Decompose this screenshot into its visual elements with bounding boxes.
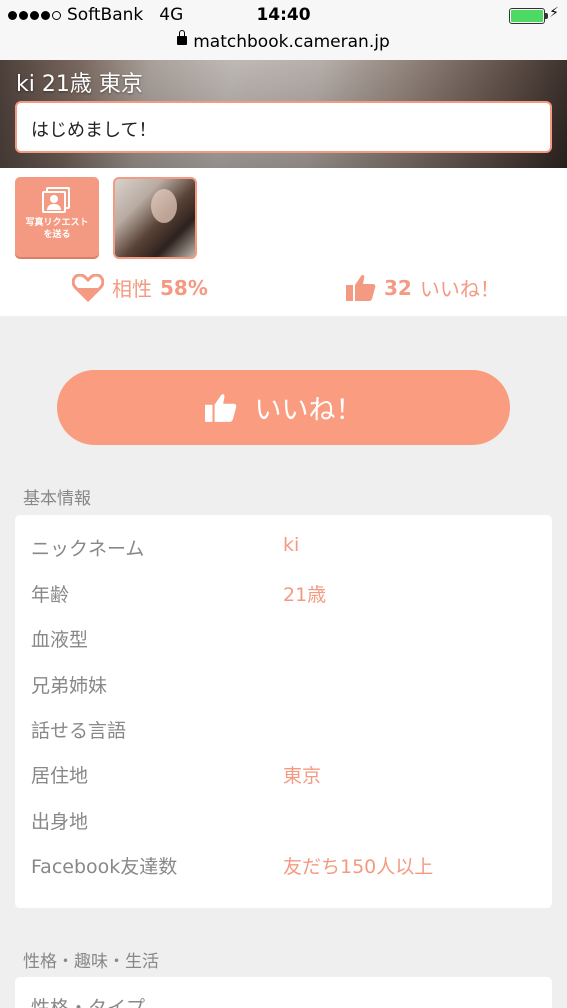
lock-icon: [177, 29, 188, 45]
like-button[interactable]: いいね！: [57, 370, 510, 445]
info-label-age: 年齢: [31, 584, 70, 606]
photo-request-icon: [42, 187, 72, 213]
thumbs-up-icon: [204, 393, 236, 422]
info-label-personality-type: 性格・タイプ: [31, 997, 146, 1008]
profile-stats: 相性 58% 32 いいね！: [0, 273, 567, 303]
address-bar[interactable]: matchbook.cameran.jp: [0, 29, 567, 60]
personality-card: 性格・タイプ: [15, 977, 552, 1008]
info-value-nickname: ki: [283, 534, 300, 556]
compatibility-value: 58%: [160, 275, 208, 300]
compatibility-stat: 相性 58%: [72, 273, 208, 302]
info-label-nickname: ニックネーム: [31, 538, 145, 560]
status-bar: SoftBank 4G 14:40 ⚡: [0, 0, 567, 32]
info-value-age: 21歳: [283, 584, 327, 606]
charging-icon: ⚡: [549, 5, 559, 21]
info-value-residence: 東京: [283, 765, 322, 787]
battery-icon: [509, 8, 548, 24]
info-label-siblings: 兄弟姉妹: [31, 675, 108, 697]
info-label-blood-type: 血液型: [31, 629, 89, 651]
like-button-label: いいね！: [254, 395, 363, 426]
info-value-facebook-friends: 友だち150人以上: [283, 856, 434, 878]
clock: 14:40: [256, 5, 311, 25]
info-label-facebook-friends: Facebook友達数: [31, 856, 178, 878]
likes-label: いいね！: [419, 277, 500, 301]
basic-info-heading: 基本情報: [23, 489, 91, 509]
url-text: matchbook.cameran.jp: [193, 32, 390, 52]
compatibility-label: 相性: [112, 277, 152, 301]
profile-summary: 写真リクエストを送る 相性 58% 32 いいね！: [0, 168, 567, 316]
greeting-message: はじめまして！: [15, 101, 552, 153]
profile-photo-thumbnail[interactable]: [113, 177, 197, 259]
likes-stat: 32 いいね！: [346, 273, 500, 302]
photo-request-label: 写真リクエストを送る: [25, 218, 89, 240]
info-label-hometown: 出身地: [31, 811, 89, 833]
heart-icon: [72, 273, 104, 302]
profile-title: ki 21歳 東京: [16, 72, 143, 97]
info-label-residence: 居住地: [31, 765, 89, 787]
personality-heading: 性格・趣味・生活: [23, 952, 159, 972]
photo-request-button[interactable]: 写真リクエストを送る: [15, 177, 99, 257]
profile-header: ki 21歳 東京 はじめまして！: [0, 60, 567, 168]
thumbs-up-icon: [346, 274, 376, 301]
likes-count: 32: [384, 275, 412, 300]
info-label-languages: 話せる言語: [31, 720, 127, 742]
basic-info-card: ニックネーム ki 年齢 21歳 血液型 兄弟姉妹 話せる言語 居住地 東京 出…: [15, 515, 552, 908]
